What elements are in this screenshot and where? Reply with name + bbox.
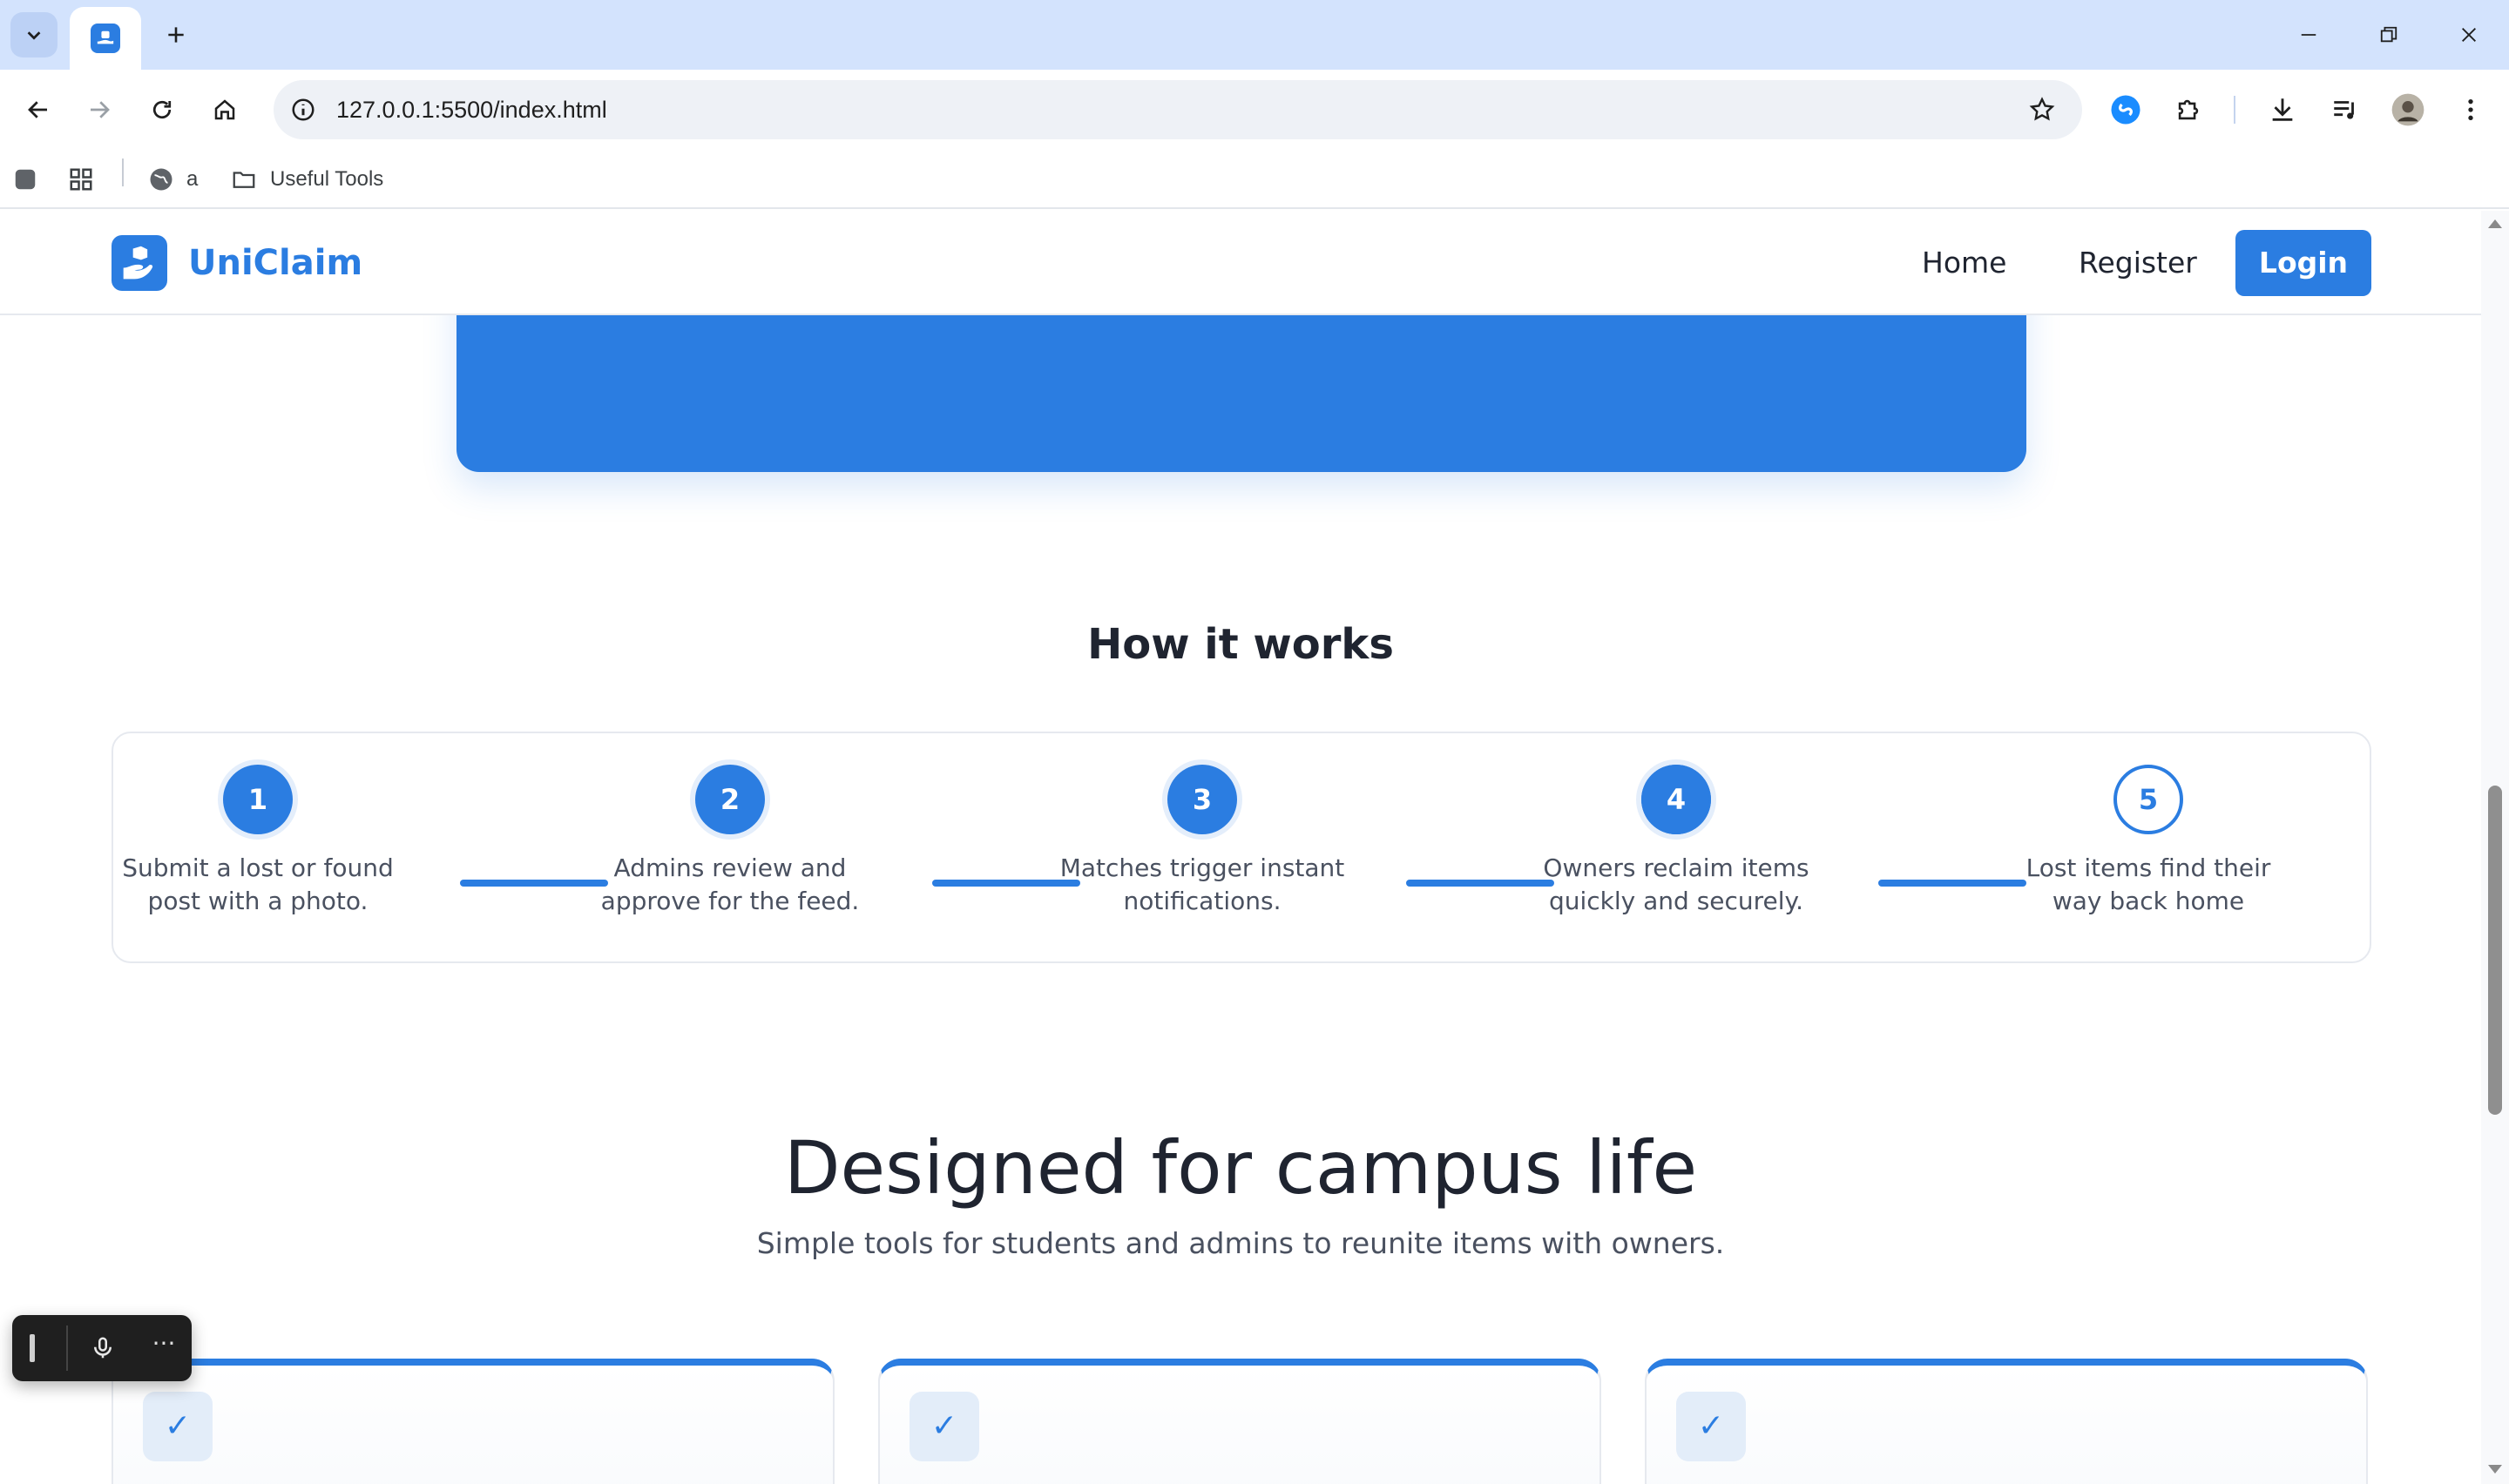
home-icon — [214, 99, 235, 120]
bookmark-star-icon[interactable] — [2025, 92, 2059, 127]
reload-icon — [152, 100, 172, 119]
step-5: 5 Lost items find their way back home — [2000, 765, 2296, 918]
step-number-badge: 4 — [1641, 765, 1711, 834]
step-number-badge: 5 — [2113, 765, 2183, 834]
checkmark-icon: ✓ — [910, 1392, 979, 1461]
site-favicon-icon — [91, 24, 120, 53]
site-info-icon[interactable] — [286, 92, 321, 127]
back-button[interactable] — [16, 87, 61, 132]
url-text[interactable]: 127.0.0.1:5500/index.html — [336, 80, 607, 139]
browser-menu-button[interactable] — [2450, 89, 2492, 131]
globe-icon — [150, 168, 172, 191]
step-description: Submit a lost or found post with a photo… — [122, 853, 394, 915]
step-number-badge: 3 — [1167, 765, 1237, 834]
bookmark-app-1[interactable] — [12, 162, 38, 197]
how-it-works-title: How it works — [1087, 620, 1394, 669]
step-3: 3 Matches trigger instant notifications. — [1054, 765, 1350, 918]
bookmarks-divider — [122, 159, 124, 186]
active-tab[interactable] — [70, 7, 141, 70]
step-description: Lost items find their way back home — [2025, 853, 2271, 915]
step-1: 1 Submit a lost or found post with a pho… — [110, 765, 406, 918]
plus-icon — [168, 27, 184, 43]
page-scrollbar[interactable] — [2481, 211, 2509, 1484]
toolbar-divider — [2234, 96, 2235, 124]
reload-button[interactable] — [139, 87, 185, 132]
forward-button[interactable] — [77, 87, 122, 132]
puzzle-icon — [2178, 99, 2199, 120]
app-square-icon — [15, 169, 36, 190]
bookmark-folder-useful-tools[interactable]: Useful Tools — [230, 162, 383, 197]
steps-card: 1 Submit a lost or found post with a pho… — [112, 732, 2371, 963]
feature-card: ✓ — [112, 1359, 835, 1484]
bookmark-label: a — [186, 167, 199, 191]
profile-avatar[interactable] — [2387, 89, 2429, 131]
close-icon — [2462, 28, 2476, 42]
restore-icon — [2380, 26, 2397, 43]
folder-icon — [233, 172, 255, 188]
step-description: Admins review and approve for the feed. — [600, 853, 860, 915]
checkmark-icon: ✓ — [143, 1392, 213, 1461]
step-4: 4 Owners reclaim items quickly and secur… — [1528, 765, 1824, 918]
step-description: Matches trigger instant notifications. — [1059, 853, 1345, 915]
scroll-down-arrow-icon[interactable] — [2488, 1465, 2502, 1474]
brand-name[interactable]: UniClaim — [188, 235, 362, 291]
minimize-button[interactable] — [2282, 14, 2335, 56]
feature-card: ✓ — [1645, 1359, 2368, 1484]
features-title: Designed for campus life — [783, 1125, 1698, 1211]
playlist-icon — [2334, 101, 2354, 119]
extensions-button[interactable] — [2167, 89, 2209, 131]
tab-search-button[interactable] — [10, 12, 57, 57]
shazam-extension-button[interactable] — [2105, 89, 2147, 131]
address-bar[interactable]: 127.0.0.1:5500/index.html — [274, 80, 2082, 139]
bookmark-a[interactable]: a — [148, 162, 198, 197]
uniclaim-logo-icon[interactable] — [112, 235, 167, 291]
voice-typing-widget: ··· — [12, 1315, 192, 1381]
features-subtitle: Simple tools for students and admins to … — [756, 1226, 1725, 1260]
widget-divider — [66, 1325, 68, 1371]
microphone-button[interactable] — [85, 1331, 120, 1366]
browser-tab-strip — [0, 0, 2509, 70]
site-header: UniClaim Home Register Login — [0, 211, 2481, 315]
login-button[interactable]: Login — [2235, 230, 2371, 296]
step-number-badge: 1 — [223, 765, 293, 834]
step-number-badge: 2 — [695, 765, 765, 834]
minimize-icon — [2301, 34, 2316, 36]
bookmarks-bar: a Useful Tools — [0, 150, 2509, 209]
new-tab-button[interactable] — [157, 16, 195, 54]
arrow-right-icon — [91, 101, 110, 118]
downloads-button[interactable] — [2262, 89, 2303, 131]
microphone-icon — [94, 1337, 112, 1359]
scrollbar-thumb[interactable] — [2488, 786, 2502, 1115]
feature-card: ✓ — [878, 1359, 1601, 1484]
drag-handle[interactable] — [30, 1334, 35, 1362]
more-options-button[interactable]: ··· — [146, 1331, 181, 1366]
nav-register-link[interactable]: Register — [2079, 240, 2197, 286]
chevron-down-icon — [27, 31, 41, 40]
nav-home-link[interactable]: Home — [1922, 240, 2006, 286]
bookmark-apps-grid[interactable] — [68, 162, 94, 197]
media-control-button[interactable] — [2324, 89, 2366, 131]
shazam-icon — [2111, 95, 2140, 125]
home-button[interactable] — [202, 87, 247, 132]
download-icon — [2272, 98, 2293, 121]
step-2: 2 Admins review and approve for the feed… — [582, 765, 878, 918]
step-description: Owners reclaim items quickly and securel… — [1543, 853, 1809, 915]
restore-button[interactable] — [2363, 14, 2415, 56]
scroll-up-arrow-icon[interactable] — [2488, 219, 2502, 228]
browser-toolbar: 127.0.0.1:5500/index.html — [0, 70, 2509, 150]
avatar-icon — [2391, 93, 2424, 126]
checkmark-icon: ✓ — [1676, 1392, 1746, 1461]
close-window-button[interactable] — [2443, 14, 2495, 56]
kebab-menu-icon — [2468, 99, 2473, 120]
grid-icon — [70, 168, 92, 191]
page-viewport: UniClaim Home Register Login How it work… — [0, 211, 2481, 1484]
arrow-left-icon — [28, 101, 47, 118]
bookmark-label: Useful Tools — [270, 167, 384, 191]
